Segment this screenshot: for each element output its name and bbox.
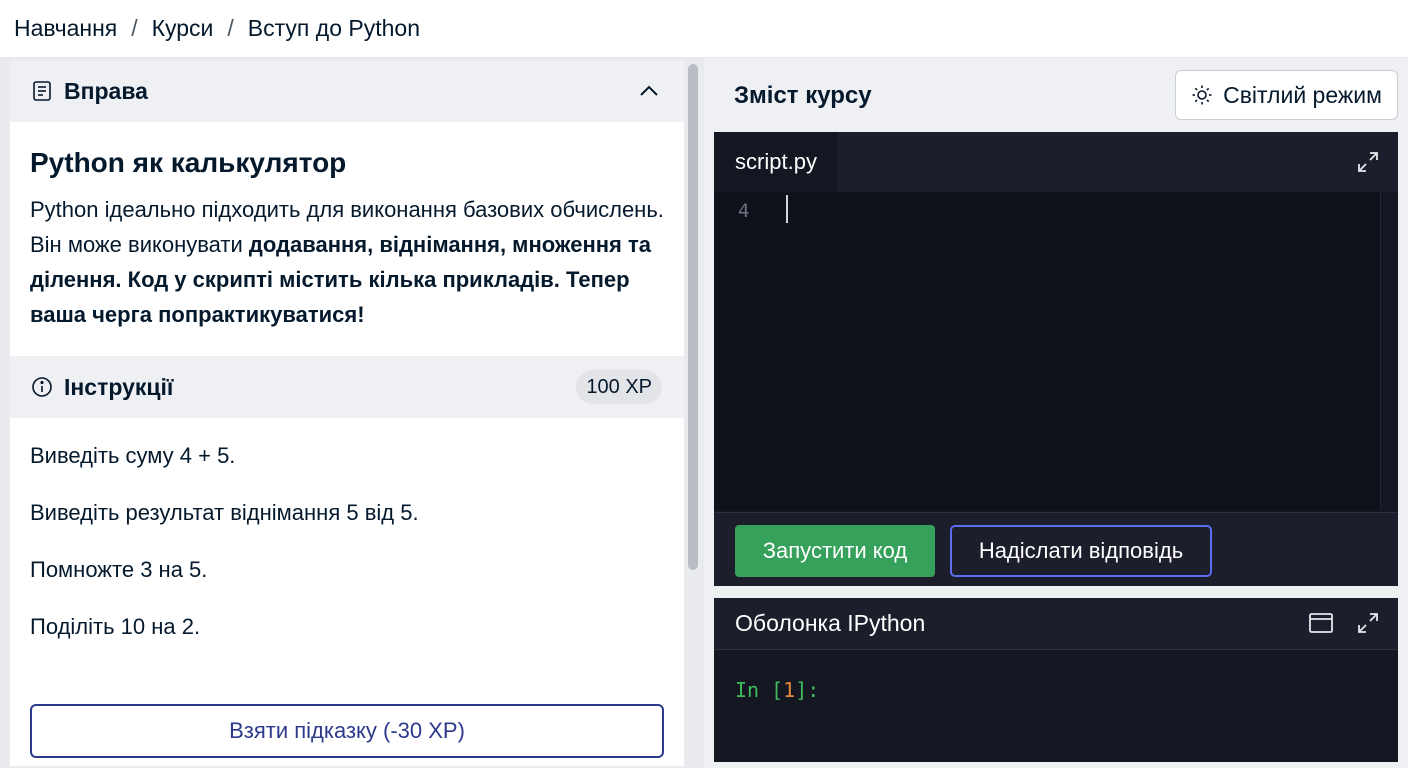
instructions-header-label: Інструкції (64, 373, 174, 400)
instruction-item: Поділіть 10 на 2. (30, 614, 201, 639)
breadcrumb-item-courses[interactable]: Курси (152, 15, 214, 42)
expand-icon[interactable] (1356, 150, 1380, 174)
instructions-header: Інструкції 100 XP (10, 356, 684, 418)
exercise-panel: Вправа Python як калькулятор Python ідеа… (10, 60, 684, 766)
run-code-button[interactable]: Запустити код (735, 525, 935, 577)
chevron-up-icon[interactable] (638, 80, 660, 102)
breadcrumb-item-current-course: Вступ до Python (247, 15, 420, 41)
breadcrumb: Навчання / Курси / Вступ до Python (0, 0, 1408, 58)
shell-title: Оболонка IPython (735, 610, 926, 636)
editor-actions: Запустити код Надіслати відповідь (714, 512, 1398, 586)
exercise-header[interactable]: Вправа (10, 60, 684, 122)
exercise-description: Python ідеально підходить для виконання … (30, 192, 664, 332)
breadcrumb-separator: / (227, 15, 234, 41)
instruction-item: Виведіть результат віднімання 5 від 5. (30, 500, 419, 525)
exercise-body: Python як калькулятор Python ідеально пі… (10, 122, 684, 356)
shell-header: Оболонка IPython (714, 598, 1398, 650)
shell-console[interactable]: In [1]: (714, 650, 1398, 730)
ipython-shell: Оболонка IPython In [1]: (714, 598, 1398, 762)
breadcrumb-item-learning[interactable]: Навчання (14, 15, 117, 42)
xp-badge: 100 XP (576, 370, 662, 404)
expand-icon[interactable] (1356, 611, 1380, 635)
instruction-item: Помножте 3 на 5. (30, 557, 208, 582)
light-mode-label: Світлий режим (1223, 81, 1382, 108)
instructions-list: Виведіть суму 4 + 5. Виведіть результат … (10, 418, 684, 643)
left-panel-scrollbar[interactable] (688, 64, 698, 570)
tab-script-py[interactable]: script.py (714, 132, 838, 192)
editor-tabs: script.py (714, 132, 1398, 192)
window-icon[interactable] (1308, 611, 1333, 635)
code-editor: script.py 4 Запустити код Надіслати відп… (714, 132, 1398, 586)
sun-icon (1191, 84, 1213, 106)
instruction-item: Виведіть суму 4 + 5. (30, 443, 236, 468)
submit-answer-button[interactable]: Надіслати відповідь (950, 525, 1212, 577)
document-icon (30, 79, 54, 103)
hint-button[interactable]: Взяти підказку (-30 XP) (30, 704, 664, 758)
course-content-title: Зміст курсу (734, 82, 872, 109)
shell-prompt-in: In (735, 678, 772, 702)
light-mode-button[interactable]: Світлий режим (1175, 70, 1398, 120)
editor-scrollbar[interactable] (1380, 192, 1398, 510)
shell-prompt-bracket: [ (771, 678, 784, 702)
shell-prompt-bracket: ]: (795, 678, 820, 702)
shell-prompt-number: 1 (783, 678, 796, 702)
text-cursor (786, 195, 788, 223)
line-number: 4 (738, 200, 750, 222)
left-panel-frame: Вправа Python як калькулятор Python ідеа… (0, 58, 704, 768)
exercise-header-label: Вправа (64, 77, 148, 104)
exercise-title: Python як калькулятор (30, 147, 347, 178)
breadcrumb-separator: / (131, 15, 138, 41)
info-icon (30, 375, 54, 399)
right-panel: Зміст курсу Світлий режим script.py 4 За… (704, 58, 1408, 768)
editor-text-area[interactable]: 4 (714, 192, 1380, 510)
